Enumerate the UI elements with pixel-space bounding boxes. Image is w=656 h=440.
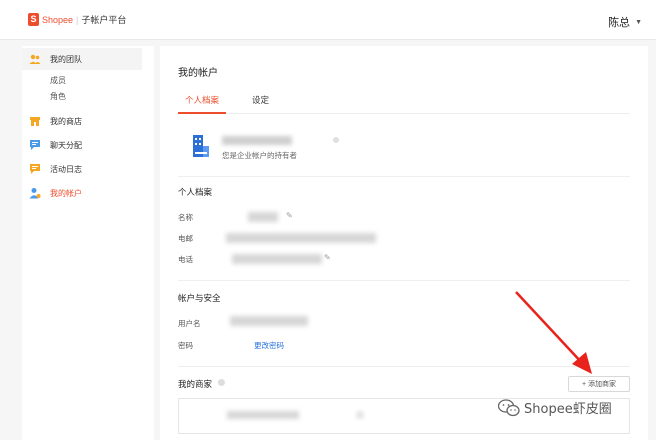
tab-bar: 个人档案 设定 xyxy=(178,92,630,114)
platform-name: 子帐户平台 xyxy=(81,15,127,25)
watermark-text: Shopee虾皮圈 xyxy=(524,402,612,417)
sidebar-subitem-roles[interactable]: 角色 xyxy=(50,91,66,102)
sidebar-item-label: 我的团队 xyxy=(50,54,82,64)
name-value-redacted xyxy=(248,212,278,222)
brand-name: Shopee xyxy=(42,14,74,25)
divider xyxy=(178,280,630,281)
merchant-name-redacted xyxy=(227,411,299,419)
password-label: 密码 xyxy=(178,341,193,350)
sidebar-item-label: 聊天分配 xyxy=(50,140,82,150)
phone-value-redacted xyxy=(232,254,322,264)
team-icon xyxy=(29,54,41,64)
sidebar-item-chat-assignment[interactable]: 聊天分配 xyxy=(22,134,142,156)
help-icon[interactable] xyxy=(218,379,225,386)
sidebar-item-label: 我的商店 xyxy=(50,116,82,126)
shopee-bag-icon: S xyxy=(28,13,39,26)
chevron-down-icon: ▼ xyxy=(635,18,642,26)
add-merchant-button[interactable]: + 添加商家 xyxy=(568,376,630,392)
owner-name-redacted xyxy=(222,136,292,145)
phone-label: 电话 xyxy=(178,255,193,264)
username-label: 用户名 xyxy=(178,319,201,328)
sidebar-item-label: 活动日志 xyxy=(50,164,82,174)
chat-icon xyxy=(30,140,40,150)
page-title: 我的帐户 xyxy=(178,68,218,79)
account-icon xyxy=(29,188,41,199)
sidebar-item-label: 我的帐户 xyxy=(50,188,82,198)
sidebar-item-activity-log[interactable]: 活动日志 xyxy=(22,158,142,180)
brand-separator: | xyxy=(76,14,79,25)
owner-description: 您是企业帐户的持有者 xyxy=(222,151,297,160)
shop-icon xyxy=(30,117,40,126)
security-section-title: 帐户与安全 xyxy=(178,293,221,303)
sidebar-item-my-shop[interactable]: 我的商店 xyxy=(22,110,142,132)
username-value-redacted xyxy=(230,316,308,326)
log-icon xyxy=(30,164,40,174)
tab-settings[interactable]: 设定 xyxy=(252,94,269,114)
sidebar-subitem-members[interactable]: 成员 xyxy=(50,75,66,86)
change-password-link[interactable]: 更改密码 xyxy=(254,340,284,351)
tab-profile[interactable]: 个人档案 xyxy=(178,94,227,114)
add-merchant-label: + 添加商家 xyxy=(581,381,617,388)
help-icon[interactable] xyxy=(333,137,339,143)
owner-card: 您是企业帐户的持有者 xyxy=(178,126,630,174)
name-label: 名称 xyxy=(178,213,193,222)
sidebar-item-my-team[interactable]: 我的团队 xyxy=(22,48,142,70)
main-content: 我的帐户 个人档案 设定 您是企业帐户的持有者 个人档案 名称 ✎ 电邮 电话 … xyxy=(160,46,648,440)
edit-icon[interactable]: ✎ xyxy=(286,211,293,220)
watermark: Shopee虾皮圈 xyxy=(498,398,612,417)
shopee-logo[interactable]: S Shopee | 子帐户平台 xyxy=(28,13,126,26)
merchants-section-title: 我的商家 xyxy=(178,379,213,389)
merchant-status-redacted xyxy=(357,412,363,418)
divider xyxy=(178,366,630,367)
sidebar-item-my-account[interactable]: 我的帐户 xyxy=(22,182,142,204)
email-label: 电邮 xyxy=(178,234,193,243)
edit-icon[interactable]: ✎ xyxy=(324,253,331,262)
user-menu[interactable]: 陈总 ▼ xyxy=(608,14,642,30)
wechat-icon xyxy=(498,398,520,416)
profile-section-title: 个人档案 xyxy=(178,187,213,197)
sidebar: 我的团队 成员 角色 我的商店 聊天分配 活动日志 我的帐户 xyxy=(22,46,154,440)
enterprise-icon xyxy=(193,135,209,157)
divider xyxy=(178,176,630,177)
top-header: S Shopee | 子帐户平台 陈总 ▼ xyxy=(0,0,656,40)
user-name: 陈总 xyxy=(608,17,631,29)
email-value-redacted xyxy=(226,233,376,243)
